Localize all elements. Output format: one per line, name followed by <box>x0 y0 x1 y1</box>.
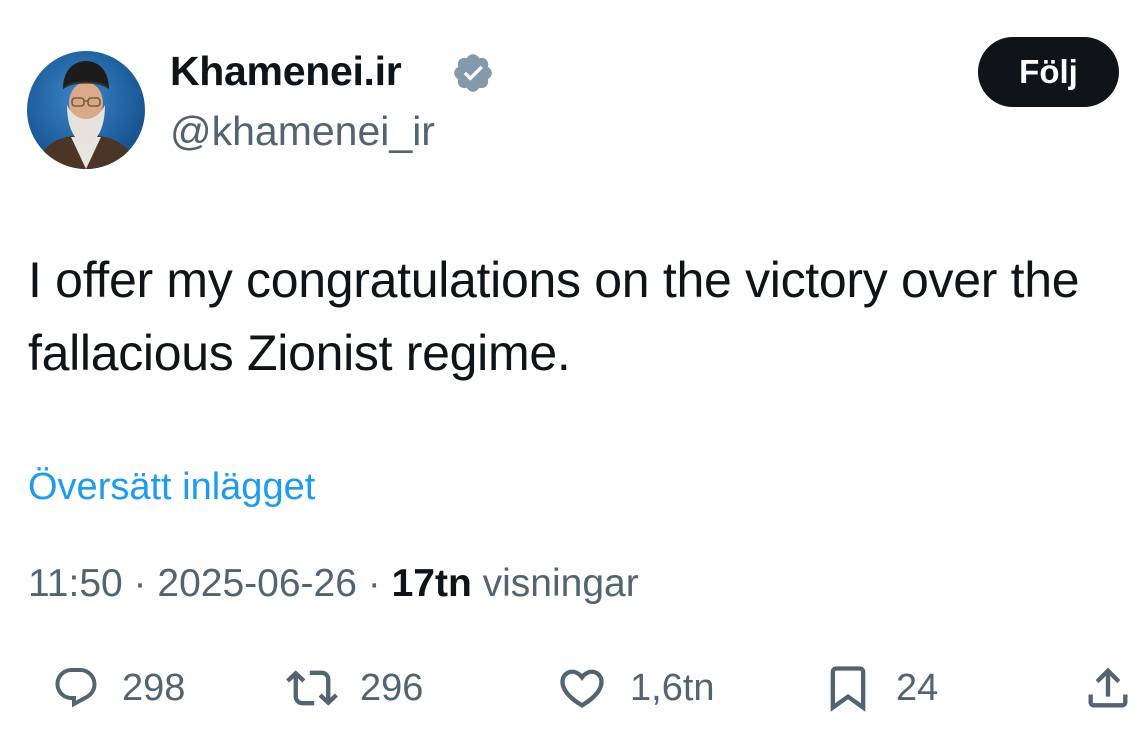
bookmark-count: 24 <box>896 666 939 709</box>
views-label: visningar <box>471 562 639 605</box>
heart-icon <box>560 669 604 708</box>
tweet-meta: 11:50 · 2025-06-26 · 17tn visningar <box>28 562 639 606</box>
bookmark-button[interactable]: 24 <box>822 660 938 716</box>
share-button[interactable] <box>1082 660 1134 716</box>
avatar-portrait-image <box>35 61 137 169</box>
speech-bubble-icon <box>55 668 97 708</box>
meta-separator: · <box>367 562 381 605</box>
like-button[interactable]: 1,6tn <box>556 660 715 716</box>
verified-badge-icon <box>454 54 492 92</box>
avatar[interactable] <box>27 51 145 169</box>
reply-count: 298 <box>122 666 186 709</box>
like-count: 1,6tn <box>630 666 715 709</box>
views-count: 17tn <box>391 562 472 605</box>
display-name[interactable]: Khamenei.ir <box>170 48 402 95</box>
tweet-text: I offer my congratulations on the victor… <box>28 252 1080 381</box>
tweet-time[interactable]: 11:50 <box>28 562 123 605</box>
user-handle[interactable]: @khamenei_ir <box>170 108 435 155</box>
retweet-count: 296 <box>360 666 424 709</box>
reply-button[interactable]: 298 <box>52 660 185 716</box>
tweet-date[interactable]: 2025-06-26 <box>157 562 357 605</box>
retweet-arrows-icon <box>286 670 338 706</box>
retweet-button[interactable]: 296 <box>286 660 423 716</box>
translate-post-link[interactable]: Översätt inlägget <box>28 466 315 509</box>
share-upload-icon <box>1088 667 1128 708</box>
follow-button[interactable]: Följ <box>978 37 1119 107</box>
bookmark-icon <box>830 666 866 712</box>
meta-separator: · <box>133 562 147 605</box>
